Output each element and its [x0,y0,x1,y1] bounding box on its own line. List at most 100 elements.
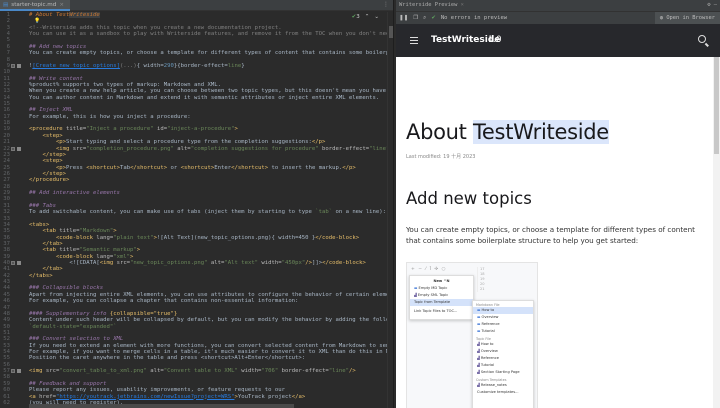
image-preview-icon[interactable] [11,369,15,374]
code-token: Please report any issues, usability impr… [29,387,285,394]
code-token: </code-block> [322,260,366,267]
menu-item: Link Topic Files to TOC... [414,309,458,313]
code-token: </a> [291,393,306,400]
check-icon: ✔3 [351,14,360,20]
code-token: <shortcut> [86,164,120,171]
code-token: Content under such header will be collap… [29,317,440,324]
preview-scrollbar[interactable] [713,57,720,408]
code-token: width= [261,260,282,267]
image-preview-icon[interactable] [11,261,15,266]
code-token: <code-block [29,234,97,241]
code-area[interactable]: 1 # About TestWriteside 2 💡 3 <!--Writerside … [0,12,521,408]
check-icon: ✔ [431,15,436,21]
zoom-icon[interactable]: ⌕ [423,15,426,22]
code-token: href= [39,393,56,400]
site-header: TestWriteside 1.0 [396,24,720,57]
code-token: <tab [29,247,60,254]
code-token: <p> [29,139,67,146]
menu-item: ▟ Empty SML Topic [414,293,449,297]
chevron-up-icon[interactable]: ⌃ [365,14,370,20]
last-modified: Last modified: 19 十月 2023 [406,154,476,160]
minimize-icon[interactable]: — [714,2,717,8]
more-options-icon[interactable]: ⋮ [383,1,389,8]
code-token: > [130,253,134,260]
pause-icon[interactable]: ❚❚ [399,15,408,21]
fold-icon[interactable] [17,146,21,151]
code-token: `tab` [315,209,333,216]
lightbulb-icon[interactable]: 💡 [34,18,40,24]
code-token: Start typing and select a procedure type… [66,139,312,146]
code-token: `default-state="expanded"` [29,323,117,330]
editor-tab-bar: ▤ starter-topic.md × ⋮ [0,0,393,11]
code-token: </code-block> [315,234,360,241]
code-token: For example, you can collapse a chapter … [29,298,299,305]
code-token: alt= [150,368,164,375]
code-token: "completion suggestions for procedure" [190,145,323,152]
menu-item: ▬ How to [473,307,533,314]
preview-title-bar: Writerside Preview × ⚙ — [396,0,720,11]
menu-item: ▟ Overview [477,349,498,353]
code-token: "Markdown" [79,228,114,235]
close-tab-icon[interactable]: × [59,0,64,10]
code-token: line [227,62,242,69]
code-token: <step> [29,158,63,165]
close-preview-icon[interactable]: × [461,2,464,8]
code-token: > [136,247,141,254]
code-token: Writeside [69,12,100,18]
code-token: { width= [136,62,164,69]
code-token: <tab [29,228,60,235]
inspection-widget[interactable]: ✔3 ⌃ ⌄ [352,14,379,20]
code-token: /> [349,368,356,375]
search-icon[interactable] [698,35,706,43]
image-preview-icon[interactable] [11,146,15,151]
copy-icon[interactable]: ❐ [413,15,418,21]
code-token: </tab> [29,266,63,273]
menu-item: ▟ How to [477,342,494,346]
toolbar-icons: + − ⁄ Ī ✣ ○ [411,267,447,272]
code-token: <img [99,260,117,267]
chevron-down-icon[interactable]: ⌄ [374,14,379,20]
code-token: "line" [328,368,350,375]
code-token: ## Feedback and support [29,380,107,387]
code-token: <img [29,145,73,152]
code-token: "convert_table_to_xml.png" [59,368,151,375]
code-token: #### Supplementary info [29,310,110,317]
menu-item: ▟ Reference [477,356,500,360]
image-preview-icon[interactable] [11,63,15,68]
gear-icon[interactable]: ⚙ [707,2,710,8]
template-submenu: Markdown File ▬ How to ▬ Overview ▬ Referen… [472,300,534,408]
code-token: <a [29,393,40,400]
code-token: "plain text" [113,234,154,241]
menu-item: ▟ Tutorial [477,363,495,367]
hamburger-menu-icon[interactable] [410,37,418,44]
code-token: "Alt text" [224,260,262,267]
code-token: src= [72,145,87,152]
code-token: ]]> [311,260,323,267]
fold-icon[interactable] [17,63,21,68]
fold-icon[interactable] [17,369,21,374]
code-token: For example, this is how you inject a pr… [29,113,191,120]
preview-panel: Writerside Preview × ⚙ — ❚❚ ❐ ⌕ ✔ No error… [396,0,720,408]
code-editor[interactable]: ▤ starter-topic.md × ⋮ 1 # About TestWrites… [0,0,521,408]
code-token: "https://youtrack.jetbrains.com/newIssue… [55,393,235,400]
code-token: </procedure> [29,177,70,184]
code-token: or [167,164,181,171]
menu-item: ▬ Overview [477,315,499,319]
code-token: src= [116,260,131,267]
fold-icon[interactable] [17,261,21,266]
menu-item: Customize templates... [477,390,519,394]
code-token: "Inject a procedure" [86,126,157,133]
code-token: </p> [311,139,326,146]
new-topic-options-image: + − ⁄ Ī ✣ ○ 17 18 19 20 21 New ^N ▬ Empty MD… [406,262,538,408]
code-token: id= [157,126,168,133]
page-title: About TestWriteside [406,120,609,144]
code-token: <![CDATA[ [29,260,100,267]
tab-starter-topic[interactable]: ▤ starter-topic.md × [0,0,70,11]
code-token: "completion_procedure.png" [86,145,178,152]
code-token: "inject-a-procedure" [167,126,235,133]
code-token: > [113,228,117,235]
code-token: "xml" [113,253,131,260]
editor-horizontal-scrollbar[interactable] [29,404,294,408]
code-token: Tab [119,164,131,171]
code-token: For example, if you want to merge cells … [29,349,417,356]
